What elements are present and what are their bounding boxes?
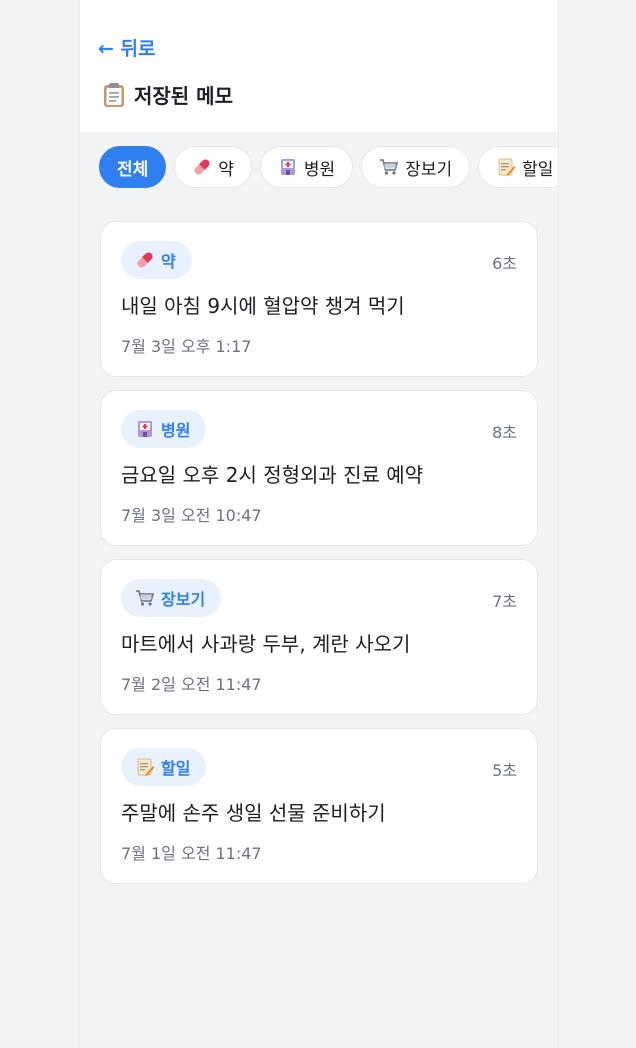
category-badge: 장보기 (121, 579, 222, 617)
memo-card[interactable]: 장보기 7초 마트에서 사과랑 두부, 계란 사오기 7월 2일 오전 11:4… (100, 559, 538, 715)
filter-chip-shopping[interactable]: 장보기 (361, 146, 471, 188)
header: ← 뒤로 저장된 메모 (80, 0, 558, 132)
memo-date: 7월 3일 오후 1:17 (121, 337, 252, 356)
pill-icon (135, 250, 155, 270)
filter-chip-label: 약 (218, 159, 234, 180)
memo-icon (135, 757, 155, 777)
memo-text: 마트에서 사과랑 두부, 계란 사오기 (121, 632, 411, 656)
category-label: 장보기 (161, 590, 206, 609)
elapsed-time: 5초 (492, 761, 517, 780)
memo-icon (496, 157, 516, 177)
memo-card[interactable]: 병원 8초 금요일 오후 2시 정형외과 진료 예약 7월 3일 오전 10:4… (100, 390, 538, 546)
filter-chip-label: 병원 (303, 159, 336, 180)
memo-date: 7월 1일 오전 11:47 (121, 844, 262, 863)
category-label: 병원 (161, 421, 191, 440)
shopping-cart-icon (135, 588, 155, 608)
hospital-icon (135, 419, 155, 439)
memo-list: 약 6초 내일 아침 9시에 혈압약 챙겨 먹기 7월 3일 오후 1:17 병… (100, 221, 538, 897)
memo-date: 7월 3일 오전 10:47 (121, 506, 262, 525)
back-button[interactable]: ← 뒤로 (98, 34, 156, 61)
filter-chip-label: 전체 (117, 159, 149, 180)
memo-text: 주말에 손주 생일 선물 준비하기 (121, 801, 386, 825)
hospital-icon (278, 157, 298, 177)
category-badge: 약 (121, 241, 192, 279)
title-row: 저장된 메모 (102, 80, 233, 109)
memo-date: 7월 2일 오전 11:47 (121, 675, 262, 694)
shopping-cart-icon (379, 157, 399, 177)
elapsed-time: 8초 (492, 423, 517, 442)
clipboard-icon (102, 82, 126, 108)
category-label: 약 (161, 252, 176, 271)
memo-text: 내일 아침 9시에 혈압약 챙겨 먹기 (121, 294, 405, 318)
pill-icon (192, 157, 212, 177)
memo-card[interactable]: 할일 5초 주말에 손주 생일 선물 준비하기 7월 1일 오전 11:47 (100, 728, 538, 884)
filter-chip-label: 할일 (522, 159, 554, 180)
filter-chip-hospital[interactable]: 병원 (259, 146, 354, 188)
category-badge: 할일 (121, 748, 207, 786)
elapsed-time: 7초 (492, 592, 517, 611)
filter-chip-all[interactable]: 전체 (99, 146, 167, 188)
filter-chip-label: 장보기 (405, 159, 453, 180)
elapsed-time: 6초 (492, 254, 517, 273)
filter-chip-medicine[interactable]: 약 (174, 146, 252, 188)
memo-app: ← 뒤로 저장된 메모 전체 약 병원 장보기 할일 약 6초 내일 아침 9시… (79, 0, 559, 1048)
filter-chip-todo[interactable]: 할일 (478, 146, 558, 188)
memo-card[interactable]: 약 6초 내일 아침 9시에 혈압약 챙겨 먹기 7월 3일 오후 1:17 (100, 221, 538, 377)
page-title: 저장된 메모 (134, 84, 233, 108)
memo-text: 금요일 오후 2시 정형외과 진료 예약 (121, 463, 424, 487)
category-filter-bar: 전체 약 병원 장보기 할일 (99, 146, 558, 188)
category-badge: 병원 (121, 410, 207, 448)
category-label: 할일 (161, 759, 191, 778)
